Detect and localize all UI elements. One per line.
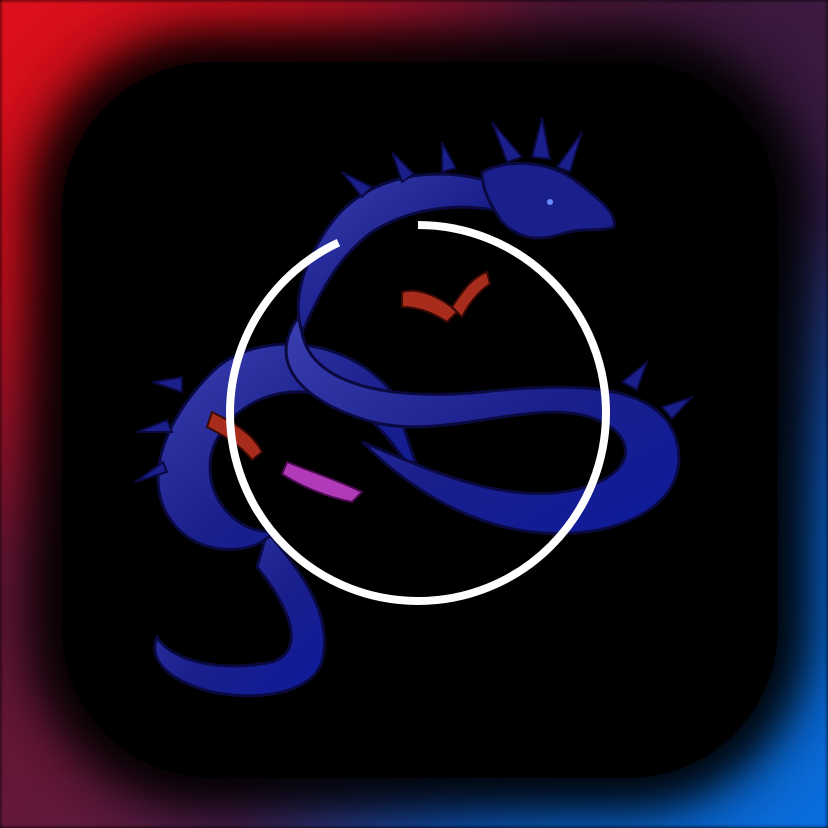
home-screen (0, 0, 828, 828)
app-icon[interactable] (62, 62, 778, 778)
download-progress-ring (226, 221, 610, 605)
dragon-eye (547, 199, 553, 205)
progress-ring-icon (226, 221, 610, 605)
